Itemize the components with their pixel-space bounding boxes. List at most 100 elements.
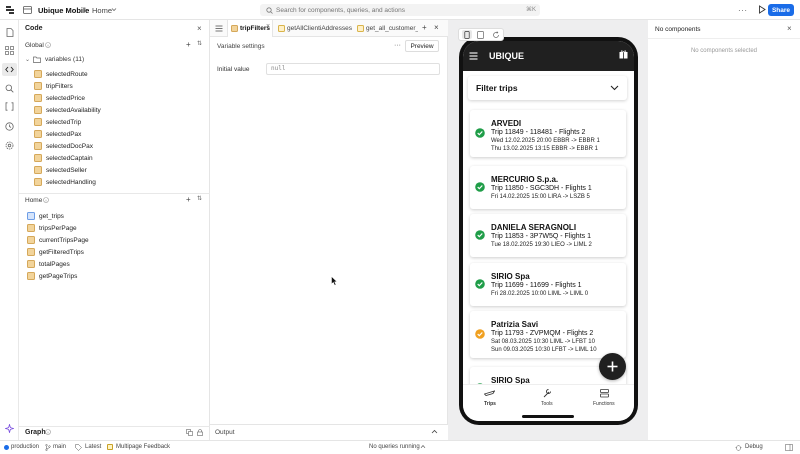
chevron-down-icon[interactable]: ⌄	[25, 56, 30, 63]
gift-icon[interactable]	[619, 50, 628, 59]
history-icon[interactable]	[5, 122, 14, 131]
variable-item[interactable]: selectedRoute	[34, 68, 101, 80]
play-icon[interactable]	[758, 5, 766, 14]
variable-item[interactable]: selectedPax	[34, 128, 101, 140]
sort-icon[interactable]: ⇅	[197, 195, 202, 202]
version-label[interactable]: Latest	[85, 444, 101, 450]
chevron-up-icon[interactable]	[420, 444, 426, 449]
info-icon	[45, 42, 51, 48]
phone-device-icon[interactable]	[464, 31, 470, 39]
code-icon[interactable]	[5, 65, 14, 74]
home-item[interactable]: getPageTrips	[27, 270, 89, 282]
assist-sparkle-icon[interactable]	[5, 424, 14, 433]
variable-icon	[34, 178, 42, 186]
nav-functions[interactable]: Functions	[593, 401, 615, 407]
add-page-item-button[interactable]: +	[186, 195, 191, 204]
variables-folder[interactable]: ⌄ variables (11)	[25, 56, 84, 63]
variables-folder-label: variables	[45, 56, 72, 63]
tools-tab-icon[interactable]	[543, 388, 552, 398]
components-icon[interactable]	[5, 46, 14, 55]
rotate-icon[interactable]	[492, 31, 500, 39]
tab-getAllClientiAddresses[interactable]: getAllClientiAddresses	[287, 25, 353, 32]
breadcrumb-separator: /	[84, 6, 87, 15]
chevron-down-icon[interactable]	[610, 85, 619, 91]
close-editor-icon[interactable]: ×	[434, 23, 439, 32]
check-circle-icon	[475, 279, 485, 289]
folder-icon	[33, 56, 41, 63]
copy-icon[interactable]	[186, 429, 193, 436]
trip-card[interactable]: Patrizia Savi Trip 11793 - ZVPMQM - Fligh…	[470, 311, 626, 358]
share-button[interactable]: Share	[768, 4, 794, 16]
layout-icon[interactable]	[23, 6, 32, 14]
add-trip-fab[interactable]	[599, 353, 626, 380]
preview-button[interactable]: Preview	[405, 40, 439, 52]
check-circle-icon	[475, 182, 485, 192]
tab-get-all-customer[interactable]: get_all_customer_	[366, 25, 418, 32]
trip-summary: Trip 11853 - 3P7W5Q - Flights 1	[491, 233, 591, 240]
trip-card[interactable]: SIRIO Spa Trip 11699 - 11699 - Flights 1 F…	[470, 263, 626, 306]
pages-icon[interactable]	[5, 28, 14, 37]
variable-item[interactable]: tripFilters	[34, 80, 101, 92]
home-item[interactable]: tripsPerPage	[27, 222, 89, 234]
trip-card[interactable]: MERCURIO S.p.a. Trip 11850 - SGC3DH - Fli…	[470, 166, 626, 209]
variable-label: selectedPrice	[46, 94, 86, 102]
home-section-label[interactable]: Home	[25, 197, 42, 204]
trip-client-name: ARVEDI	[491, 119, 522, 128]
hamburger-menu-icon[interactable]	[469, 52, 478, 60]
close-icon[interactable]: ×	[787, 24, 792, 33]
menu-icon[interactable]	[215, 25, 223, 32]
trip-card[interactable]: DANIELA SERAGNOLI Trip 11853 - 3P7W5Q - F…	[470, 214, 626, 257]
nav-tools[interactable]: Tools	[541, 401, 553, 407]
output-panel-bar[interactable]	[210, 424, 448, 440]
variable-icon	[34, 142, 42, 150]
home-item[interactable]: currentTripsPage	[27, 234, 89, 246]
settings-icon[interactable]	[5, 141, 14, 150]
variable-item[interactable]: selectedCaptain	[34, 152, 101, 164]
trip-leg: Fri 14.02.2025 15:00 LIRA -> LSZB 5	[491, 194, 590, 200]
panel-toggle-icon[interactable]	[785, 444, 793, 451]
tablet-device-icon[interactable]	[477, 31, 484, 39]
nav-trips[interactable]: Trips	[484, 401, 496, 407]
retool-logo-icon[interactable]	[5, 5, 15, 15]
variable-item[interactable]: selectedTrip	[34, 116, 101, 128]
feedback-label[interactable]: Multipage Feedback	[116, 444, 170, 450]
check-circle-icon	[475, 230, 485, 240]
sort-icon[interactable]: ⇅	[197, 40, 202, 47]
chevron-down-icon[interactable]	[111, 7, 117, 12]
debug-button[interactable]: Debug	[745, 444, 763, 450]
search-rail-icon[interactable]	[5, 84, 14, 93]
lock-icon[interactable]	[197, 429, 203, 436]
close-icon[interactable]: ×	[197, 24, 202, 33]
variable-label: selectedAvailability	[46, 106, 101, 114]
app-name[interactable]: Ubique Mobile	[38, 6, 89, 15]
home-item[interactable]: get_trips	[27, 210, 89, 222]
no-components-message: No components selected	[690, 48, 758, 54]
initial-value-input[interactable]: null	[266, 63, 440, 75]
more-options-button[interactable]: ···	[738, 6, 748, 15]
graph-label[interactable]: Graph	[25, 429, 46, 436]
variable-item[interactable]: selectedHandling	[34, 176, 101, 188]
queries-status: No queries running	[369, 444, 420, 450]
add-tab-button[interactable]: +	[422, 23, 427, 32]
search-input[interactable]	[276, 5, 506, 15]
add-global-button[interactable]: +	[186, 40, 191, 49]
variable-item[interactable]: selectedSeller	[34, 164, 101, 176]
chevron-up-icon[interactable]	[431, 429, 438, 434]
trip-card[interactable]: ARVEDI Trip 11849 - 118481 - Flights 2 Wed…	[470, 110, 626, 157]
state-icon[interactable]	[5, 102, 14, 111]
function-icon	[27, 224, 35, 232]
branch-label[interactable]: main	[53, 444, 66, 450]
functions-tab-icon[interactable]	[600, 389, 610, 398]
global-section-label[interactable]: Global	[25, 42, 44, 49]
home-item[interactable]: totalPages	[27, 258, 89, 270]
variable-item[interactable]: selectedPrice	[34, 92, 101, 104]
trip-summary: Trip 11699 - 11699 - Flights 1	[491, 282, 582, 289]
home-item[interactable]: getFilteredTrips	[27, 246, 89, 258]
variable-item[interactable]: selectedAvailability	[34, 104, 101, 116]
variable-item[interactable]: selectedDocPax	[34, 140, 101, 152]
env-label[interactable]: production	[11, 444, 39, 450]
breadcrumb-page[interactable]: Home	[92, 6, 112, 15]
close-tab-icon[interactable]: ×	[266, 23, 270, 30]
editor-more-button[interactable]: ···	[394, 42, 401, 49]
trips-tab-icon[interactable]	[484, 389, 495, 397]
